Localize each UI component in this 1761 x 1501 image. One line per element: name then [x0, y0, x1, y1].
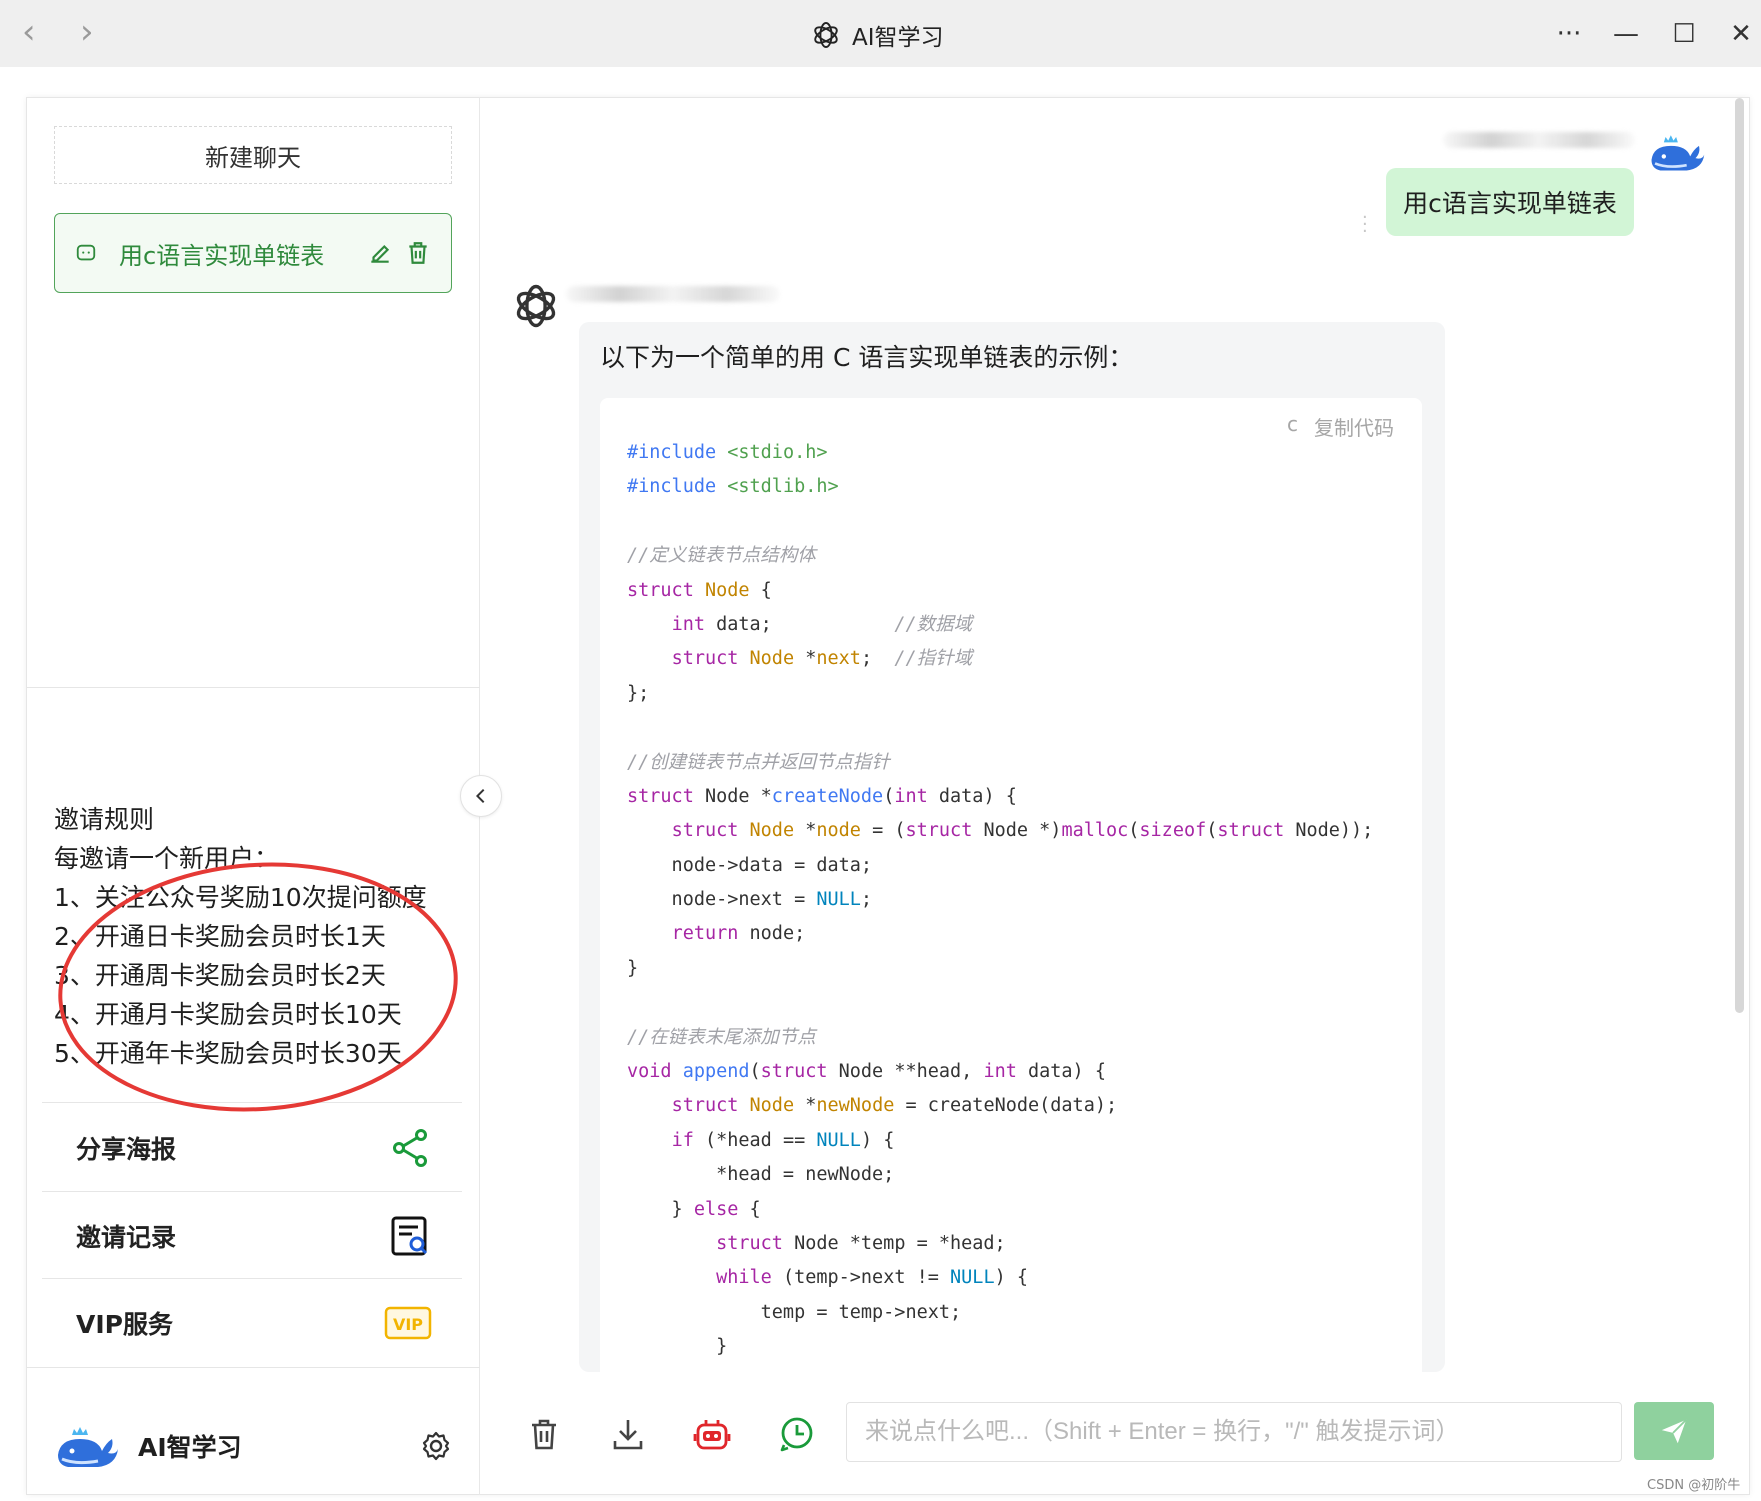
window-title: AI智学习 — [810, 17, 944, 53]
bot-avatar-icon — [516, 284, 556, 328]
user-avatar[interactable] — [1648, 128, 1706, 176]
sidebar-divider — [26, 687, 480, 688]
menu-divider — [42, 1191, 462, 1192]
invite-record-button[interactable]: 邀请记录 — [42, 1193, 462, 1279]
vip-badge-text: VIP — [393, 1315, 423, 1334]
code-content: #include <stdio.h> #include <stdlib.h> //… — [627, 442, 1374, 1358]
chat-item-label: 用c语言实现单链表 — [119, 241, 325, 270]
share-poster-label: 分享海报 — [76, 1135, 177, 1164]
whale-logo-icon — [58, 1427, 118, 1467]
title-bar: ‹ › AI智学习 ··· — ☐ ✕ — [0, 0, 1761, 67]
footer-app-name: AI智学习 — [138, 1433, 242, 1462]
minimize-button[interactable]: — — [1606, 14, 1646, 54]
window-title-text: AI智学习 — [852, 25, 944, 51]
invite-rules-title: 邀请规则 — [54, 805, 155, 834]
vip-service-button[interactable]: VIP服务 VIP — [42, 1280, 462, 1366]
code-block: c 复制代码 #include <stdio.h> #include <stdli… — [600, 398, 1422, 1372]
history-clock-icon[interactable] — [776, 1414, 816, 1454]
vip-service-label: VIP服务 — [76, 1310, 173, 1339]
download-icon[interactable] — [608, 1414, 648, 1454]
back-button[interactable]: ‹ — [22, 14, 36, 50]
annotation-circle — [58, 862, 458, 1112]
robot-icon[interactable] — [692, 1414, 732, 1454]
chat-item-active[interactable]: 用c语言实现单链表 — [54, 213, 452, 293]
openai-logo-icon — [814, 22, 838, 48]
send-icon — [1661, 1419, 1687, 1444]
user-message: 用c语言实现单链表 — [1386, 168, 1634, 236]
invite-record-icon — [391, 1216, 428, 1256]
forward-button[interactable]: › — [80, 14, 94, 50]
new-chat-button[interactable]: 新建聊天 — [54, 126, 452, 184]
menu-divider — [42, 1278, 462, 1279]
more-options-button[interactable]: ··· — [1549, 14, 1589, 54]
chat-bubble-icon — [76, 244, 96, 261]
sidebar-footer: AI智学习 — [26, 1397, 480, 1495]
send-button[interactable] — [1634, 1402, 1714, 1460]
vip-icon: VIP — [384, 1306, 432, 1340]
footer-divider — [26, 1367, 480, 1368]
bot-message: 以下为一个简单的用 C 语言实现单链表的示例： c 复制代码 #include … — [579, 322, 1445, 1372]
share-icon — [393, 1129, 427, 1167]
bot-intro-text: 以下为一个简单的用 C 语言实现单链表的示例： — [600, 343, 1134, 372]
maximize-button[interactable]: ☐ — [1664, 14, 1704, 54]
chat-input[interactable] — [846, 1402, 1622, 1462]
sidebar: 新建聊天 用c语言实现单链表 邀请规则 每邀请一个新用户： 1、关注公众号奖励1… — [26, 97, 480, 1495]
clear-chat-trash-icon[interactable] — [524, 1414, 564, 1454]
delete-icon[interactable] — [405, 240, 431, 266]
settings-gear-icon[interactable] — [420, 1430, 452, 1462]
invite-record-label: 邀请记录 — [76, 1223, 177, 1252]
edit-icon[interactable] — [367, 240, 393, 266]
watermark: CSDN @初阶牛 — [1647, 1478, 1741, 1493]
blurred-bot-name — [566, 286, 780, 302]
share-poster-button[interactable]: 分享海报 — [42, 1105, 462, 1191]
blurred-timestamp — [1443, 132, 1635, 148]
chat-scrollbar[interactable] — [1735, 98, 1744, 1013]
message-more-icon[interactable]: · · · — [1362, 209, 1368, 241]
close-button[interactable]: ✕ — [1721, 14, 1761, 54]
